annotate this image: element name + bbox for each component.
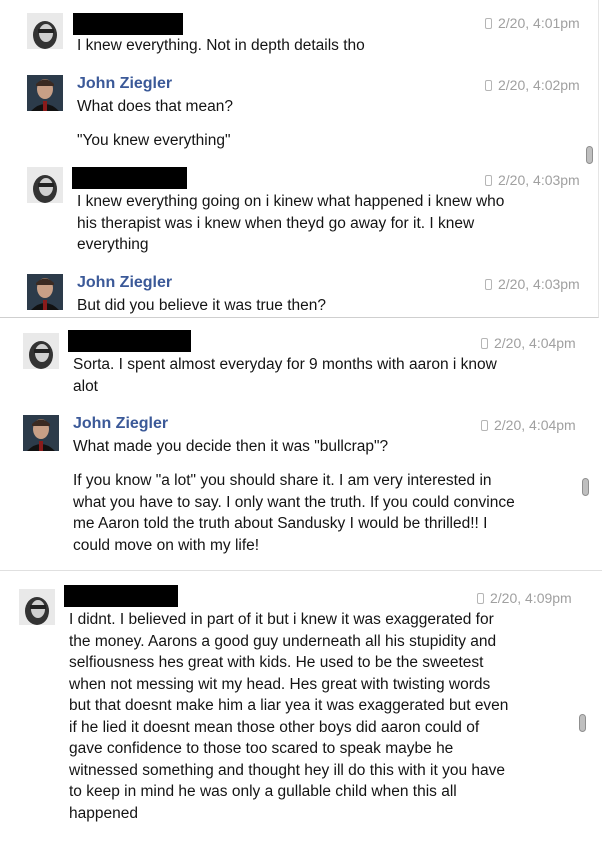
timestamp: 2/20, 4:01pm xyxy=(485,15,580,31)
avatar xyxy=(23,333,59,369)
message-text: What made you decide then it was "bullcr… xyxy=(73,438,389,455)
conversation-panel-3: 2/20, 4:09pm I didnt. I believed in part… xyxy=(0,570,602,861)
mobile-phone-icon xyxy=(485,17,492,29)
redacted-name xyxy=(73,13,183,35)
sender-name[interactable]: John Ziegler xyxy=(77,75,172,93)
avatar xyxy=(27,167,63,203)
message-redacted-sender: 2/20, 4:01pm I knew everything. Not in d… xyxy=(27,13,597,63)
mobile-phone-icon xyxy=(481,419,488,431)
message-redacted-sender: 2/20, 4:03pm I knew everything going on … xyxy=(27,167,597,257)
mobile-phone-icon xyxy=(477,592,484,604)
conversation-panel-2: 2/20, 4:04pm Sorta. I spent almost every… xyxy=(0,319,597,565)
timestamp: 2/20, 4:04pm xyxy=(481,335,576,351)
avatar xyxy=(27,274,63,310)
mobile-phone-icon xyxy=(485,174,492,186)
timestamp: 2/20, 4:04pm xyxy=(481,417,576,433)
scrollbar-thumb[interactable] xyxy=(586,146,593,164)
sender-name[interactable]: John Ziegler xyxy=(73,415,168,433)
avatar xyxy=(23,415,59,451)
message-john-ziegler: John Ziegler 2/20, 4:02pm What does that… xyxy=(27,75,597,155)
message-redacted-sender: 2/20, 4:04pm Sorta. I spent almost every… xyxy=(23,330,593,405)
message-text: I didnt. I believed in part of it but i … xyxy=(69,611,509,822)
message-john-ziegler: John Ziegler 2/20, 4:04pm What made you … xyxy=(23,415,593,560)
redacted-name xyxy=(68,330,191,352)
message-text: I knew everything going on i kinew what … xyxy=(77,193,505,253)
message-text: Sorta. I spent almost everyday for 9 mon… xyxy=(73,356,497,395)
scrollbar-thumb[interactable] xyxy=(582,478,589,496)
conversation-panel-1: 2/20, 4:01pm I knew everything. Not in d… xyxy=(0,0,599,318)
message-text: But did you believe it was true then? xyxy=(77,297,327,314)
redacted-name xyxy=(64,585,178,607)
mobile-phone-icon xyxy=(481,337,488,349)
scrollbar-thumb[interactable] xyxy=(579,714,586,732)
message-john-ziegler: John Ziegler 2/20, 4:03pm But did you be… xyxy=(27,274,597,316)
mobile-phone-icon xyxy=(485,278,492,290)
message-redacted-sender: 2/20, 4:09pm I didnt. I believed in part… xyxy=(19,585,594,855)
redacted-name xyxy=(72,167,187,189)
timestamp: 2/20, 4:03pm xyxy=(485,172,580,188)
avatar xyxy=(19,589,55,625)
message-text: What does that mean? xyxy=(77,98,233,115)
timestamp: 2/20, 4:02pm xyxy=(485,77,580,93)
mobile-phone-icon xyxy=(485,79,492,91)
avatar xyxy=(27,75,63,111)
sender-name[interactable]: John Ziegler xyxy=(77,274,172,292)
timestamp: 2/20, 4:09pm xyxy=(477,590,572,606)
message-text: "You knew everything" xyxy=(77,132,231,149)
message-text: I knew everything. Not in depth details … xyxy=(77,37,365,54)
timestamp: 2/20, 4:03pm xyxy=(485,276,580,292)
message-text: If you know "a lot" you should share it.… xyxy=(73,472,515,554)
avatar xyxy=(27,13,63,49)
